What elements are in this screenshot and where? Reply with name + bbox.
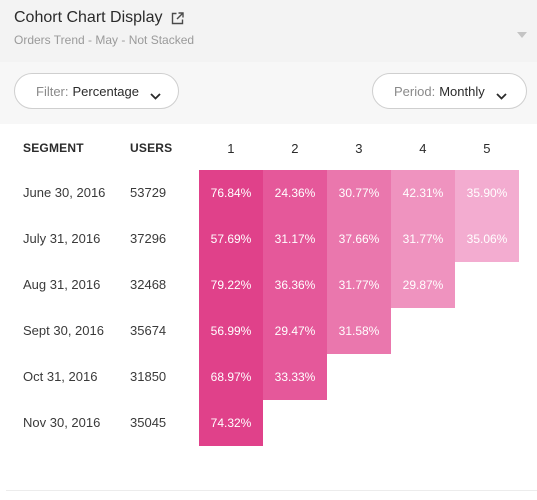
cohort-cell[interactable]: 56.99% [199, 308, 263, 354]
period-column-header: 1 [227, 141, 235, 156]
cohort-table: SEGMENT USERS 1 2 3 4 5 June 30, 2016 53729 76.… [6, 124, 537, 491]
cohort-cell[interactable]: 79.22% [199, 262, 263, 308]
period-column-header: 4 [419, 141, 427, 156]
widget-header: Cohort Chart Display Orders Trend - May … [0, 0, 537, 62]
cohort-cell[interactable]: 68.97% [199, 354, 263, 400]
row-segment-label: June 30, 2016 [23, 185, 106, 200]
period-label: Period: [394, 83, 436, 99]
period-value: Monthly [439, 83, 485, 99]
cohort-cell[interactable]: 31.58% [327, 308, 391, 354]
row-segment-label: July 31, 2016 [23, 231, 101, 246]
cohort-cell[interactable]: 29.87% [391, 262, 455, 308]
cohort-cell[interactable]: 31.17% [263, 216, 327, 262]
period-dropdown[interactable]: Period: Monthly [372, 73, 527, 109]
cohort-cell[interactable]: 29.47% [263, 308, 327, 354]
cohort-cell[interactable]: 30.77% [327, 170, 391, 216]
filter-dropdown[interactable]: Filter: Percentage [14, 73, 179, 109]
cohort-cell[interactable]: 35.90% [455, 170, 519, 216]
row-users-count: 32468 [130, 277, 167, 292]
widget-title: Cohort Chart Display [14, 9, 163, 26]
filter-label: Filter: [36, 83, 69, 99]
row-segment-label: Nov 30, 2016 [23, 415, 101, 430]
filter-bar: Filter: Percentage Period: Monthly [0, 62, 537, 124]
row-segment-label: Aug 31, 2016 [23, 277, 101, 292]
cohort-cell[interactable]: 36.36% [263, 262, 327, 308]
cohort-cell[interactable]: 31.77% [391, 216, 455, 262]
cohort-cell[interactable]: 31.77% [327, 262, 391, 308]
title-row: Cohort Chart Display [14, 9, 184, 27]
filter-value: Percentage [72, 83, 140, 99]
period-column-header: 3 [355, 141, 363, 156]
chevron-down-icon [150, 88, 161, 100]
row-users-count: 35045 [130, 415, 167, 430]
cohort-cell[interactable]: 37.66% [327, 216, 391, 262]
widget-subtitle: Orders Trend - May - Not Stacked [14, 33, 195, 47]
external-link-icon[interactable] [171, 11, 184, 25]
cohort-cell[interactable]: 57.69% [199, 216, 263, 262]
cohort-cell[interactable]: 76.84% [199, 170, 263, 216]
cohort-cell[interactable]: 33.33% [263, 354, 327, 400]
period-column-header: 5 [483, 141, 491, 156]
chevron-down-icon [496, 88, 507, 100]
cohort-cell[interactable]: 24.36% [263, 170, 327, 216]
cohort-cell[interactable]: 42.31% [391, 170, 455, 216]
users-column-header[interactable]: USERS [130, 141, 172, 155]
caret-down-icon[interactable] [517, 26, 527, 38]
row-users-count: 37296 [130, 231, 167, 246]
row-users-count: 35674 [130, 323, 167, 338]
row-users-count: 31850 [130, 369, 167, 384]
cohort-cell[interactable]: 74.32% [199, 400, 263, 446]
row-segment-label: Sept 30, 2016 [23, 323, 104, 338]
row-segment-label: Oct 31, 2016 [23, 369, 98, 384]
cohort-cell[interactable]: 35.06% [455, 216, 519, 262]
segment-column-header[interactable]: SEGMENT [23, 141, 84, 155]
row-users-count: 53729 [130, 185, 167, 200]
period-column-header: 2 [291, 141, 299, 156]
